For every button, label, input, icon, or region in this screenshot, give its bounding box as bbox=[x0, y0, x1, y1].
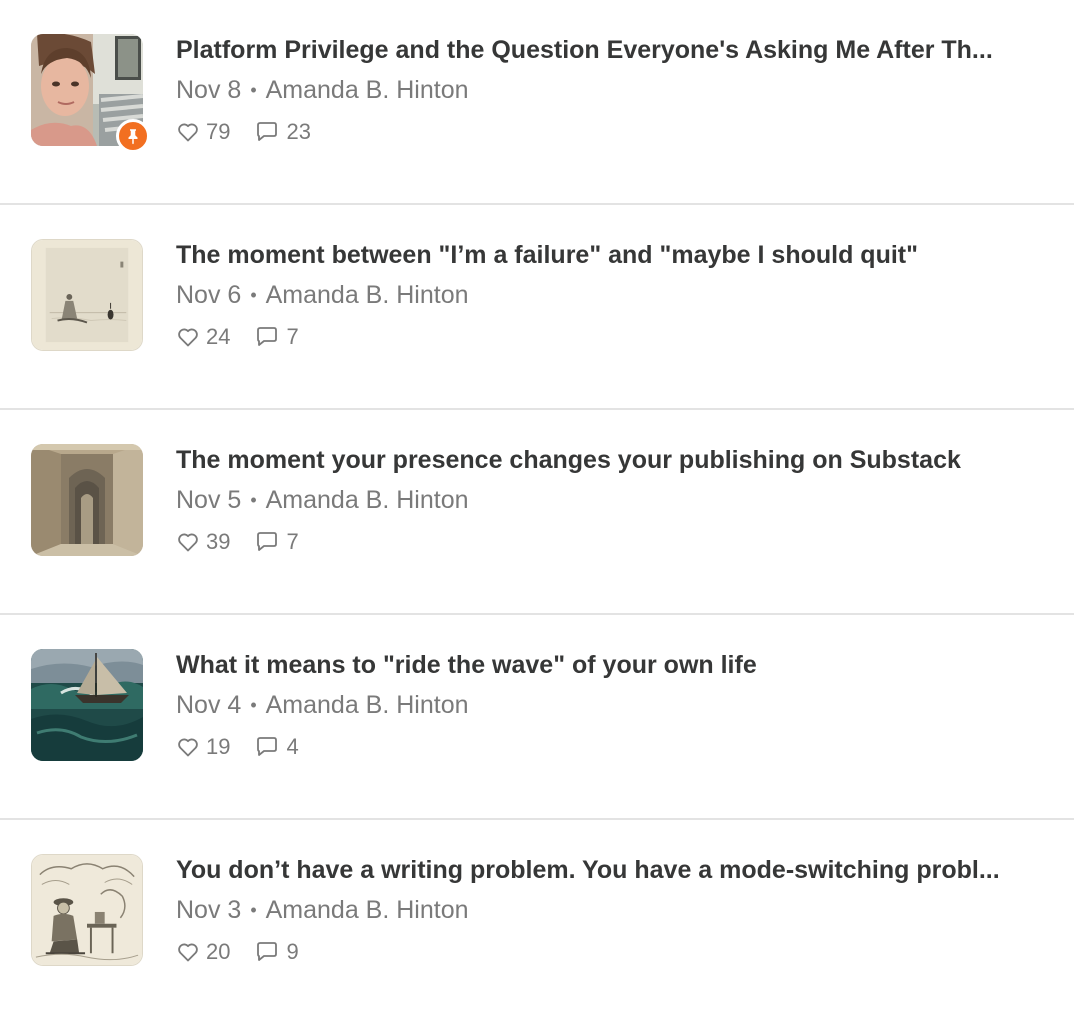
heart-icon bbox=[178, 738, 198, 757]
post-row[interactable]: The moment between "I’m a failure" and "… bbox=[0, 205, 1074, 410]
post-title[interactable]: The moment your presence changes your pu… bbox=[176, 444, 1048, 476]
engraving-man-at-desk-image bbox=[32, 855, 142, 965]
like-count: 79 bbox=[206, 119, 231, 144]
comment-bubble-icon bbox=[257, 532, 278, 551]
separator-dot: • bbox=[250, 285, 257, 305]
comment-button[interactable]: 7 bbox=[254, 528, 299, 556]
like-button[interactable]: 19 bbox=[176, 733, 230, 761]
pinned-badge bbox=[116, 119, 150, 153]
comment-button[interactable]: 9 bbox=[254, 938, 299, 966]
separator-dot: • bbox=[250, 900, 257, 920]
post-meta: Nov 6 • Amanda B. Hinton bbox=[176, 279, 469, 311]
post-date: Nov 5 bbox=[176, 486, 242, 514]
comment-bubble-icon bbox=[257, 122, 278, 141]
post-list: Platform Privilege and the Question Ever… bbox=[0, 0, 1074, 1025]
heart-icon bbox=[178, 123, 198, 142]
comment-count: 23 bbox=[286, 119, 311, 144]
post-stats: 79 23 bbox=[176, 118, 335, 146]
comment-count: 7 bbox=[286, 324, 299, 349]
comment-button[interactable]: 4 bbox=[254, 733, 299, 761]
heart-icon bbox=[178, 533, 198, 552]
like-button[interactable]: 79 bbox=[176, 118, 230, 146]
sailboat-waves-image bbox=[31, 649, 143, 761]
post-meta: Nov 8 • Amanda B. Hinton bbox=[176, 74, 469, 106]
post-meta: Nov 4 • Amanda B. Hinton bbox=[176, 689, 469, 721]
comment-count: 7 bbox=[286, 529, 299, 554]
comment-count: 4 bbox=[286, 734, 299, 759]
comment-count: 9 bbox=[286, 939, 299, 964]
like-button[interactable]: 20 bbox=[176, 938, 230, 966]
comment-bubble-icon bbox=[257, 942, 278, 961]
like-count: 20 bbox=[206, 939, 231, 964]
comment-bubble-icon bbox=[257, 737, 278, 756]
post-title[interactable]: The moment between "I’m a failure" and "… bbox=[176, 239, 1048, 271]
separator-dot: • bbox=[250, 490, 257, 510]
post-stats: 19 4 bbox=[176, 733, 323, 761]
post-stats: 39 7 bbox=[176, 528, 323, 556]
post-title[interactable]: You don’t have a writing problem. You ha… bbox=[176, 854, 1048, 886]
like-button[interactable]: 24 bbox=[176, 323, 230, 351]
post-stats: 20 9 bbox=[176, 938, 323, 966]
heart-icon bbox=[178, 328, 198, 347]
post-author[interactable]: Amanda B. Hinton bbox=[266, 76, 469, 104]
archway-corridor-image bbox=[31, 444, 143, 556]
post-date: Nov 3 bbox=[176, 896, 242, 924]
post-title[interactable]: What it means to "ride the wave" of your… bbox=[176, 649, 1048, 681]
post-row[interactable]: Platform Privilege and the Question Ever… bbox=[0, 0, 1074, 205]
comment-bubble-icon bbox=[257, 327, 278, 346]
post-stats: 24 7 bbox=[176, 323, 323, 351]
post-date: Nov 6 bbox=[176, 281, 242, 309]
post-thumbnail[interactable] bbox=[31, 444, 143, 556]
post-thumbnail[interactable] bbox=[31, 239, 143, 351]
post-author[interactable]: Amanda B. Hinton bbox=[266, 486, 469, 514]
post-row[interactable]: You don’t have a writing problem. You ha… bbox=[0, 820, 1074, 1025]
post-title[interactable]: Platform Privilege and the Question Ever… bbox=[176, 34, 1048, 66]
post-row[interactable]: What it means to "ride the wave" of your… bbox=[0, 615, 1074, 820]
separator-dot: • bbox=[250, 80, 257, 100]
heart-icon bbox=[178, 943, 198, 962]
comment-button[interactable]: 7 bbox=[254, 323, 299, 351]
like-count: 24 bbox=[206, 324, 231, 349]
post-date: Nov 8 bbox=[176, 76, 242, 104]
post-thumbnail[interactable] bbox=[31, 854, 143, 966]
like-button[interactable]: 39 bbox=[176, 528, 230, 556]
post-row[interactable]: The moment your presence changes your pu… bbox=[0, 410, 1074, 615]
post-meta: Nov 5 • Amanda B. Hinton bbox=[176, 484, 469, 516]
post-thumbnail[interactable] bbox=[31, 649, 143, 761]
sketch-figure-image bbox=[32, 240, 142, 350]
like-count: 39 bbox=[206, 529, 231, 554]
post-author[interactable]: Amanda B. Hinton bbox=[266, 281, 469, 309]
like-count: 19 bbox=[206, 734, 231, 759]
post-meta: Nov 3 • Amanda B. Hinton bbox=[176, 894, 469, 926]
post-author[interactable]: Amanda B. Hinton bbox=[266, 691, 469, 719]
separator-dot: • bbox=[250, 695, 257, 715]
pin-icon bbox=[128, 129, 138, 145]
post-author[interactable]: Amanda B. Hinton bbox=[266, 896, 469, 924]
comment-button[interactable]: 23 bbox=[254, 118, 311, 146]
post-date: Nov 4 bbox=[176, 691, 242, 719]
